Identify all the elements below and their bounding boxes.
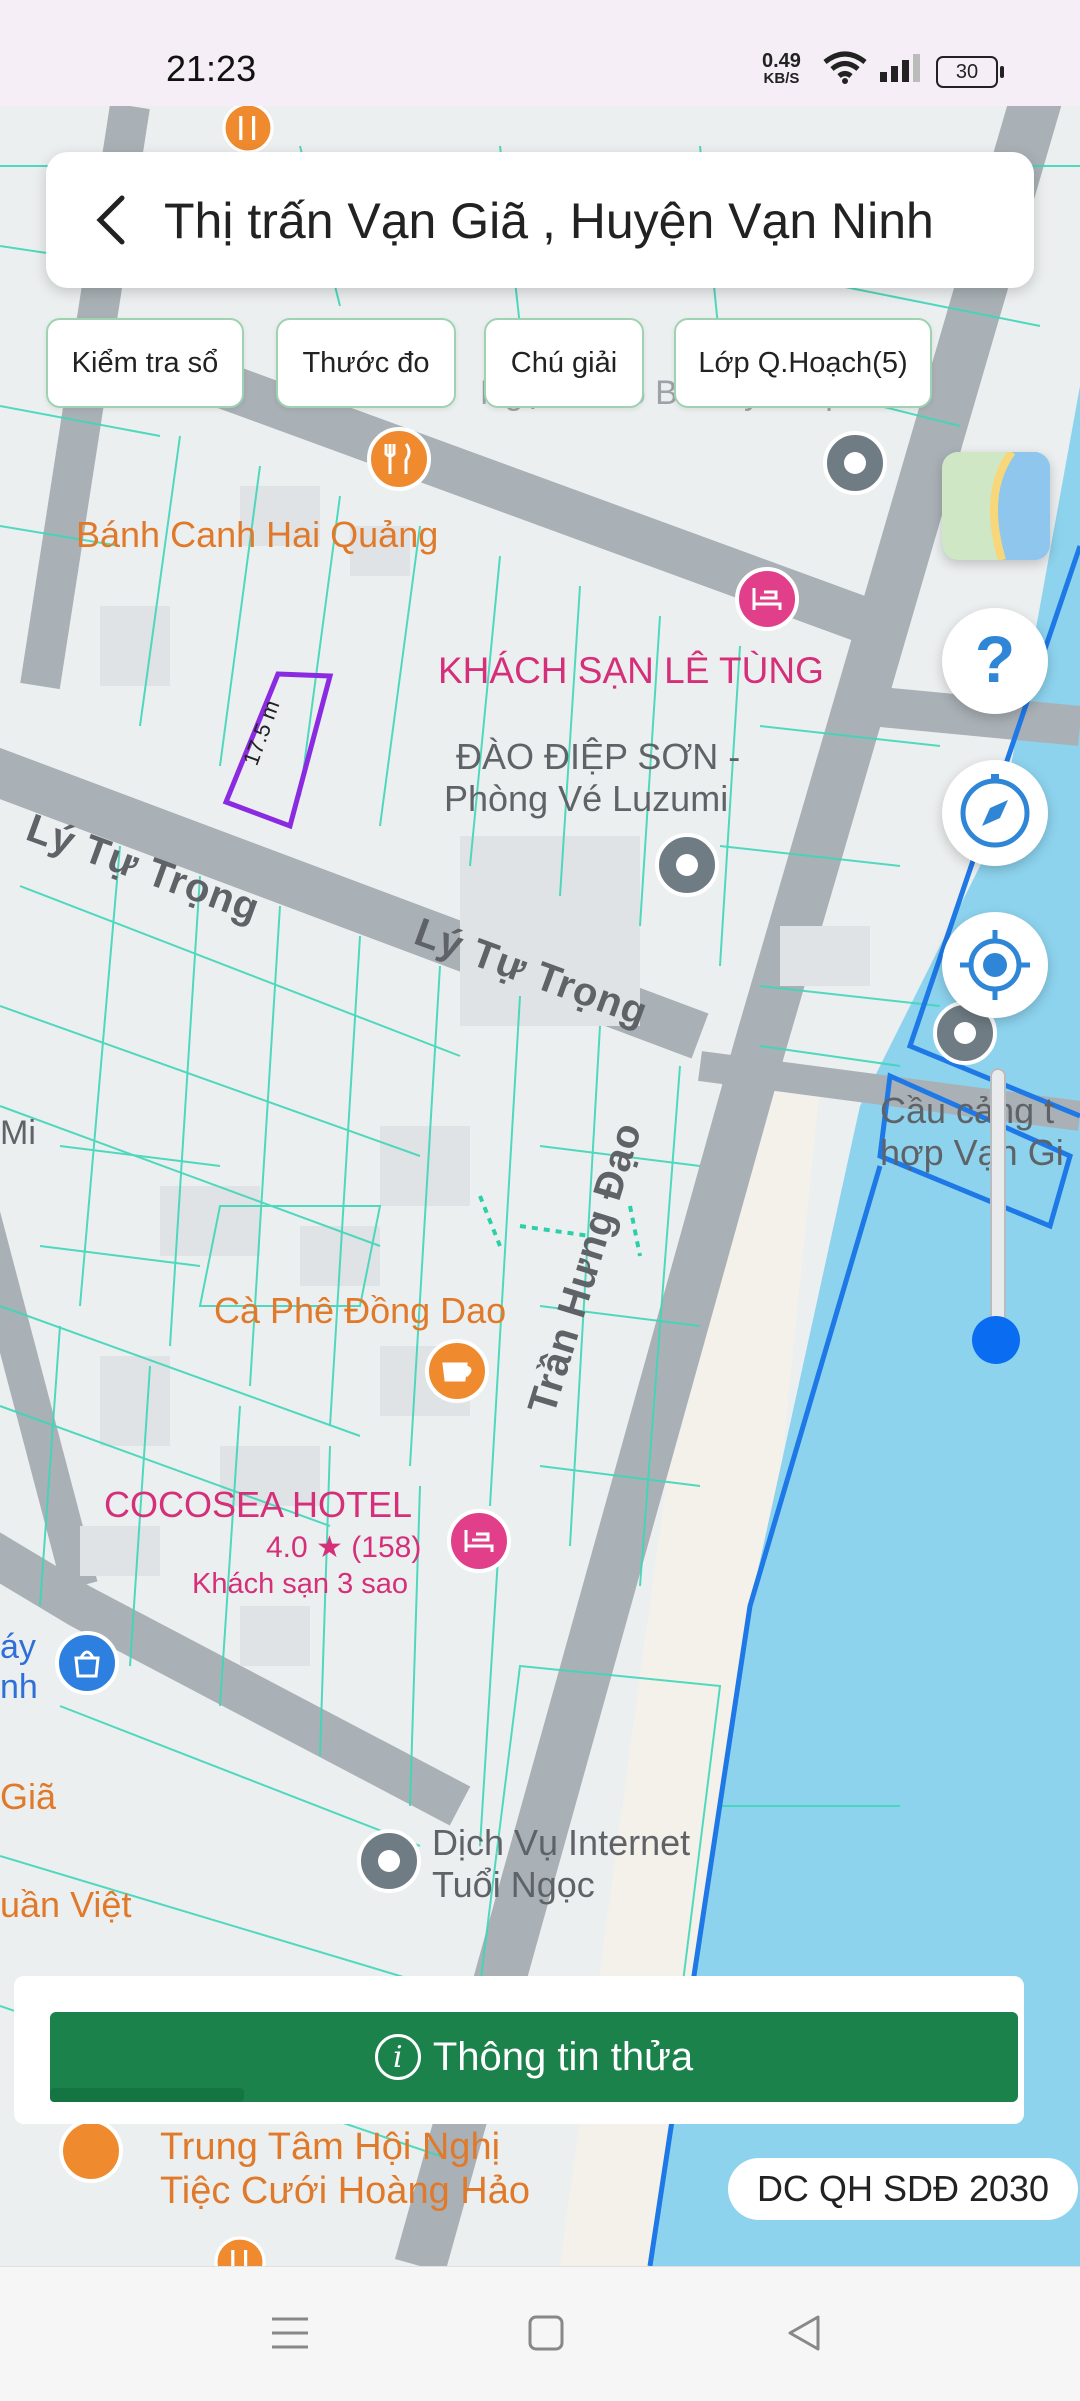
chip-thuoc-do[interactable]: Thước đo — [276, 318, 456, 408]
place-pin-icon-dao-diep-son[interactable] — [652, 830, 722, 900]
poi-label-mi: Mi — [0, 1114, 36, 1152]
poi-label-trung-tam-hoi-nghi[interactable]: Trung Tâm Hội Nghị — [160, 2126, 500, 2169]
locate-me-button[interactable] — [942, 912, 1048, 1018]
poi-label-cau-cang: Cầu cảng t — [880, 1090, 1055, 1131]
restaurant-pin-icon[interactable] — [364, 424, 434, 494]
chip-lop-quy-hoach[interactable]: Lớp Q.Hoạch(5) — [674, 318, 932, 408]
map-canvas — [0, 106, 1080, 2266]
zoom-slider-track[interactable] — [990, 1068, 1006, 1348]
status-bar: 21:23 0.49 KB/S 30 — [0, 0, 1080, 106]
back-chevron-icon[interactable] — [82, 186, 144, 254]
location-header: Thị trấn Vạn Giã , Huyện Vạn Ninh — [46, 152, 1034, 288]
poi-label-tuoi-ngoc: Tuổi Ngọc — [432, 1864, 595, 1905]
poi-rating-cocosea: 4.0 ★ (158) — [266, 1531, 422, 1564]
hotel-pin-icon-cocosea[interactable] — [444, 1506, 514, 1576]
system-nav-bar — [0, 2266, 1080, 2401]
network-speed-value: 0.49 — [762, 50, 801, 72]
battery-indicator: 30 — [936, 56, 1004, 88]
loading-strip — [50, 2088, 244, 2102]
zoom-slider-thumb[interactable] — [972, 1316, 1020, 1364]
restaurant-pin-icon-top[interactable] — [220, 106, 276, 156]
poi-label-ay: áy — [0, 1628, 36, 1666]
map-view[interactable]: Ngọc Thảo Beauty & Spa Bánh Canh Hai Quả… — [0, 106, 1080, 2266]
status-time: 21:23 — [166, 48, 257, 89]
poi-label-khach-san-le-tung[interactable]: KHÁCH SẠN LÊ TÙNG — [438, 650, 824, 692]
home-icon[interactable] — [526, 2313, 566, 2353]
compass-button[interactable] — [942, 760, 1048, 866]
poi-label-phong-ve: Phòng Vé Luzumi — [444, 778, 729, 819]
compass-icon — [960, 774, 1030, 848]
chip-kiem-tra-so[interactable]: Kiểm tra sổ — [46, 318, 244, 408]
help-button[interactable]: ? — [942, 608, 1048, 714]
wifi-icon — [823, 51, 867, 84]
info-icon: i — [374, 2034, 421, 2080]
network-speed-unit: KB/S — [763, 70, 800, 87]
venue-pin-icon[interactable] — [56, 2116, 126, 2186]
question-icon: ? — [975, 622, 1015, 696]
place-pin-icon-internet[interactable] — [354, 1826, 424, 1896]
back-triangle-icon[interactable] — [784, 2313, 824, 2353]
poi-label-cocosea[interactable]: COCOSEA HOTEL — [104, 1484, 412, 1526]
cafe-pin-icon[interactable] — [422, 1336, 492, 1406]
signal-icon — [880, 54, 920, 82]
poi-label-gia: Giã — [0, 1776, 57, 1817]
shopping-pin-icon[interactable] — [52, 1628, 122, 1698]
poi-label-banh-canh[interactable]: Bánh Canh Hai Quảng — [76, 514, 438, 556]
map-layers-icon — [942, 452, 1050, 560]
menu-icon[interactable] — [270, 2313, 310, 2353]
poi-label-dich-vu-internet[interactable]: Dịch Vụ Internet — [432, 1822, 690, 1864]
place-pin-icon-spa[interactable] — [820, 428, 890, 498]
poi-label-cau-cang-2: hợp Vạn Gi — [880, 1132, 1064, 1173]
map-layers-button[interactable] — [942, 452, 1050, 560]
location-title: Thị trấn Vạn Giã , Huyện Vạn Ninh — [164, 193, 934, 249]
poi-label-dao-diep-son: ĐÀO ĐIỆP SƠN - — [456, 736, 741, 777]
crosshair-icon — [960, 930, 1030, 1000]
svg-text:?: ? — [975, 622, 1015, 696]
poi-label-nh: nh — [0, 1668, 38, 1706]
poi-label-tiec-cuoi: Tiệc Cưới Hoàng Hảo — [160, 2170, 530, 2212]
chip-chu-giai[interactable]: Chú giải — [484, 318, 644, 408]
poi-class-cocosea: Khách sạn 3 sao — [192, 1568, 409, 1600]
parcel-info-label: Thông tin thửa — [432, 2034, 694, 2079]
network-speed: 0.49 KB/S — [762, 50, 801, 88]
hotel-pin-icon[interactable] — [732, 564, 802, 634]
planning-layer-badge[interactable]: DC QH SDĐ 2030 — [728, 2158, 1078, 2220]
restaurant-pin-icon-bottom[interactable] — [212, 2234, 268, 2266]
poi-label-ca-phe-dong-dao[interactable]: Cà Phê Đồng Dao — [214, 1290, 506, 1332]
poi-label-uan-viet: uần Việt — [0, 1884, 132, 1925]
